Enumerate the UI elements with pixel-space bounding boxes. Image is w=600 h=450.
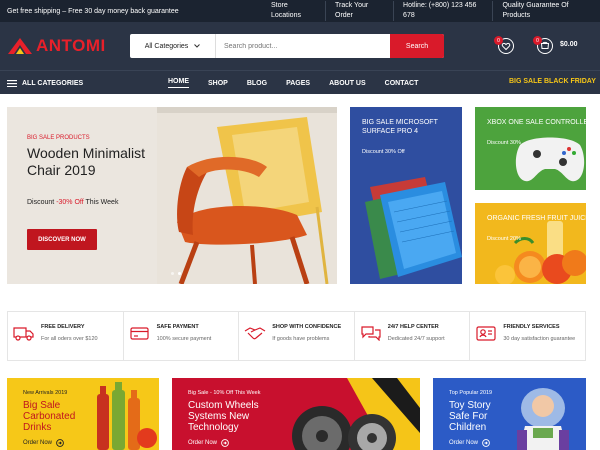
feature-title: SAFE PAYMENT bbox=[156, 324, 199, 330]
feature-safe-payment: SAFE PAYMENT 100% secure payment bbox=[124, 312, 240, 360]
hero-slider: BIG SALE PRODUCTS Wooden Minimalist Chai… bbox=[7, 107, 337, 284]
main-nav: ALL CATEGORIES HOME SHOP BLOG PAGES ABOU… bbox=[0, 70, 600, 94]
feature-subtitle: For all oders over $120 bbox=[41, 336, 98, 342]
feature-subtitle: Dedicated 24/7 support bbox=[387, 336, 445, 342]
hero-label: BIG SALE PRODUCTS bbox=[27, 135, 90, 141]
feature-title: SHOP WITH CONFIDENCE bbox=[272, 324, 342, 330]
slider-dot[interactable] bbox=[171, 272, 174, 275]
all-categories-label: ALL CATEGORIES bbox=[22, 79, 84, 87]
feature-shop-confidence: SHOP WITH CONFIDENCE If goods have probl… bbox=[239, 312, 355, 360]
truck-icon bbox=[13, 327, 34, 341]
banner-order-label: Order Now bbox=[188, 440, 218, 446]
promo-card-xbox[interactable]: XBOX ONE SALE CONTROLLER Discount 30% bbox=[475, 107, 586, 190]
chat-bubbles-icon bbox=[361, 326, 381, 341]
features-bar: FREE DELIVERY For all oders over $120 SA… bbox=[7, 311, 586, 361]
header: ANTOMI All Categories Search 0 0 $0.00 bbox=[0, 22, 600, 70]
banner-order-link[interactable]: Order Now bbox=[188, 439, 229, 447]
feature-title: FREE DELIVERY bbox=[41, 324, 85, 330]
banner-title: Custom Wheels Systems New Technology bbox=[188, 400, 259, 433]
arrow-circle-icon bbox=[56, 439, 64, 447]
category-select-label: All Categories bbox=[144, 42, 189, 50]
banner-wheels[interactable]: Big Sale - 10% Off This Week Custom Whee… bbox=[172, 378, 420, 450]
cart-icon bbox=[540, 41, 550, 49]
all-categories-button[interactable]: ALL CATEGORIES bbox=[7, 71, 83, 95]
cart-total: $0.00 bbox=[560, 41, 578, 48]
shipping-promo: Get free shipping – Free 30 day money ba… bbox=[7, 7, 179, 15]
search-bar: All Categories Search bbox=[130, 34, 444, 58]
banner-toy-story[interactable]: Top Popular 2019 Toy Story Safe For Chil… bbox=[433, 378, 586, 450]
logo[interactable]: ANTOMI bbox=[7, 36, 106, 56]
nav-item-about[interactable]: ABOUT US bbox=[329, 80, 366, 87]
banner-title: Big Sale Carbonated Drinks bbox=[23, 400, 76, 433]
banner-subtitle: Big Sale - 10% Off This Week bbox=[188, 390, 261, 396]
cart-button[interactable]: 0 bbox=[533, 36, 553, 54]
handshake-icon bbox=[244, 327, 266, 340]
slider-dot-active[interactable] bbox=[178, 272, 181, 275]
hero-discount: Discount -30% Off This Week bbox=[27, 199, 118, 206]
top-bar: Get free shipping – Free 30 day money ba… bbox=[0, 0, 600, 22]
promo-card-title: XBOX ONE SALE CONTROLLER bbox=[487, 119, 586, 126]
feature-free-delivery: FREE DELIVERY For all oders over $120 bbox=[8, 312, 124, 360]
banner-order-label: Order Now bbox=[449, 440, 479, 446]
black-friday-link[interactable]: BIG SALE BLACK FRIDAY bbox=[509, 78, 596, 85]
promo-card-sub: Discount 30% bbox=[487, 140, 521, 146]
heart-icon bbox=[501, 42, 511, 51]
feature-subtitle: 100% secure payment bbox=[156, 336, 212, 342]
chair-image bbox=[157, 107, 337, 284]
feature-subtitle: 30 day satisfaction guarantee bbox=[503, 336, 576, 342]
nav-item-blog[interactable]: BLOG bbox=[247, 80, 267, 87]
top-links: Store Locations Track Your Order Hotline… bbox=[262, 0, 600, 22]
promo-card-sub: Discount 30% Off bbox=[362, 149, 405, 155]
banner-subtitle: New Arrivals 2019 bbox=[23, 390, 68, 396]
search-input[interactable] bbox=[216, 34, 390, 58]
feature-title: 24/7 HELP CENTER bbox=[387, 324, 439, 330]
nav-item-pages[interactable]: PAGES bbox=[286, 80, 310, 87]
quality-guarantee-link[interactable]: Quality Guarantee Of Products bbox=[493, 1, 600, 21]
hero-title: Wooden Minimalist Chair 2019 bbox=[27, 145, 146, 178]
hotline-link[interactable]: Hotline: (+800) 123 456 678 bbox=[394, 1, 494, 21]
promo-card-surface[interactable]: BIG SALE MICROSOFT SURFACE PRO 4 Discoun… bbox=[350, 107, 462, 284]
promo-card-sub: Discount 20% bbox=[487, 236, 521, 242]
promo-card-juice[interactable]: ORGANIC FRESH FRUIT JUICE Discount 20% bbox=[475, 203, 586, 284]
hero-discount-value: -30% Off bbox=[56, 199, 84, 206]
wishlist-button[interactable]: 0 bbox=[494, 36, 514, 54]
feature-title: FRIENDLY SERVICES bbox=[503, 324, 560, 330]
id-card-icon bbox=[476, 326, 496, 341]
arrow-circle-icon bbox=[221, 439, 229, 447]
banner-order-label: Order Now bbox=[23, 440, 53, 446]
hero-discount-prefix: Discount bbox=[27, 199, 55, 206]
hero-discount-suffix: This Week bbox=[85, 199, 119, 206]
banner-order-link[interactable]: Order Now bbox=[23, 439, 64, 447]
promo-card-title: BIG SALE MICROSOFT SURFACE PRO 4 bbox=[362, 119, 438, 135]
feature-subtitle: If goods have problems bbox=[272, 336, 330, 342]
discover-now-button[interactable]: DISCOVER NOW bbox=[27, 229, 97, 250]
menu-icon bbox=[7, 79, 17, 87]
arrow-circle-icon bbox=[482, 439, 490, 447]
banner-drinks[interactable]: New Arrivals 2019 Big Sale Carbonated Dr… bbox=[7, 378, 159, 450]
banner-title: Toy Story Safe For Children bbox=[449, 400, 491, 433]
logo-icon bbox=[8, 38, 32, 54]
track-order-link[interactable]: Track Your Order bbox=[326, 1, 395, 21]
feature-help-center: 24/7 HELP CENTER Dedicated 24/7 support bbox=[355, 312, 471, 360]
banner-order-link[interactable]: Order Now bbox=[449, 439, 490, 447]
nav-item-shop[interactable]: SHOP bbox=[208, 80, 228, 87]
nav-items: HOME SHOP BLOG PAGES ABOUT US CONTACT bbox=[168, 71, 437, 95]
search-button[interactable]: Search bbox=[390, 34, 444, 58]
logo-text: ANTOMI bbox=[36, 36, 106, 55]
nav-item-home[interactable]: HOME bbox=[168, 78, 189, 88]
category-select[interactable]: All Categories bbox=[130, 34, 216, 58]
chevron-down-icon bbox=[194, 44, 201, 48]
credit-card-icon bbox=[129, 327, 149, 340]
store-locations-link[interactable]: Store Locations bbox=[262, 1, 326, 21]
nav-item-contact[interactable]: CONTACT bbox=[385, 80, 419, 87]
banner-subtitle: Top Popular 2019 bbox=[449, 390, 493, 396]
promo-card-title: ORGANIC FRESH FRUIT JUICE bbox=[487, 215, 586, 222]
slider-dots bbox=[171, 272, 181, 275]
feature-friendly-services: FRIENDLY SERVICES 30 day satisfaction gu… bbox=[470, 312, 585, 360]
